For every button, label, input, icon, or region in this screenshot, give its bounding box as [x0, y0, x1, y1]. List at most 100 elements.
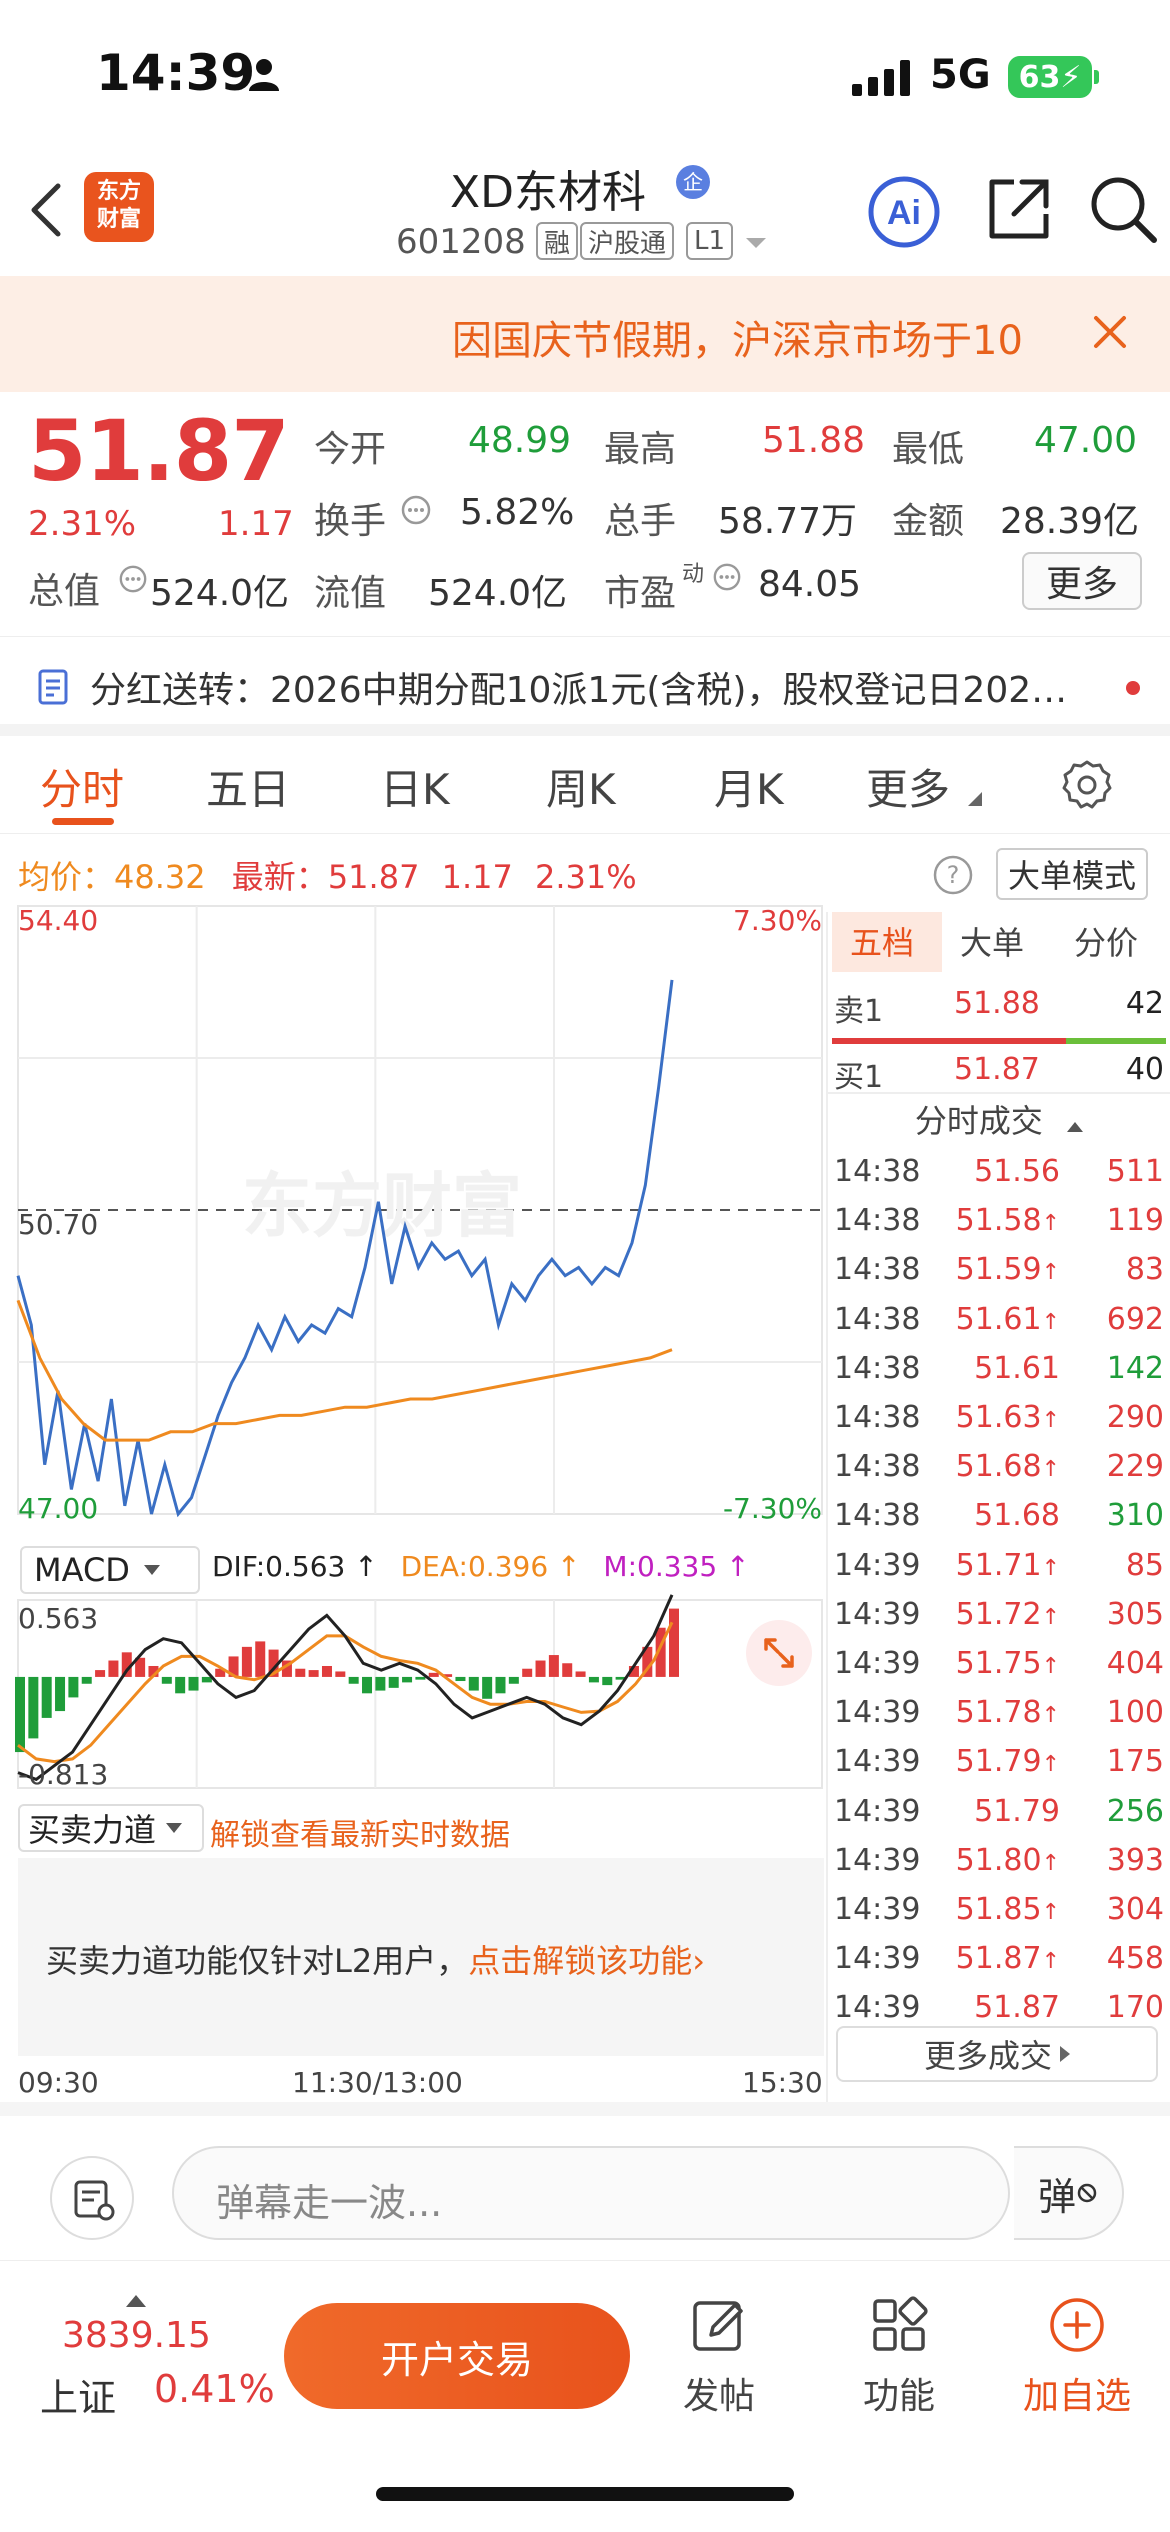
watchlist-label: 加自选 [1022, 2376, 1131, 2417]
function-button[interactable]: 功能 [834, 2295, 964, 2419]
sell-price: 51.88 [954, 986, 1040, 1021]
trade-row: 14:39 51.80↑ 393 [834, 1843, 1164, 1893]
trade-price: 51.58↑ [955, 1203, 1060, 1239]
force-indicator-select[interactable]: 买卖力道 [18, 1804, 204, 1852]
search-icon[interactable] [1088, 174, 1158, 244]
gear-icon[interactable] [1060, 758, 1114, 812]
notice-banner[interactable]: 因国庆节假期，沪深京市场于10 [0, 276, 1170, 392]
pct-label-top: 7.30% [733, 904, 822, 937]
open-account-trade-button[interactable]: 开户交易 [284, 2303, 630, 2409]
time-label-mid: 11:30/13:00 [292, 2066, 463, 2099]
force-unlock-hint[interactable]: 解锁查看最新实时数据 [210, 1810, 510, 1854]
enterprise-badge-icon: 企 [676, 165, 710, 199]
person-icon [249, 59, 279, 91]
trade-price: 51.68↑ [955, 1449, 1060, 1485]
macd-dif: DIF:0.563 [212, 1550, 346, 1583]
add-watchlist-button[interactable]: 加自选 [1012, 2295, 1142, 2419]
macd-bar [108, 1660, 119, 1677]
macd-bar [188, 1676, 199, 1691]
trade-volume: 290 [1106, 1400, 1164, 1435]
index-percent[interactable]: 0.41% [154, 2367, 275, 2411]
macd-bar [575, 1671, 586, 1677]
sell-label: 卖1 [834, 994, 884, 1029]
market-cap-info-icon[interactable] [118, 564, 148, 594]
tab-daily-k[interactable]: 日K [380, 756, 450, 817]
grid-icon [873, 2296, 928, 2351]
pe-info-icon[interactable] [712, 562, 742, 592]
macd-bar [295, 1668, 306, 1677]
trade-price: 51.87 [974, 1990, 1060, 2026]
turnover-info-icon[interactable] [400, 494, 432, 526]
tab-monthly-k[interactable]: 月K [714, 756, 784, 817]
unlock-link[interactable]: 点击解锁该功能 [468, 1942, 692, 1980]
turnover-value: 5.82% [460, 492, 575, 533]
trades-title[interactable]: 分时成交 [828, 1096, 1170, 1142]
macd-bar [548, 1655, 559, 1677]
dividend-banner[interactable]: 分红送转：2026中期分配10派1元(含税)，股权登记日202… [0, 636, 1170, 736]
trade-time: 14:38 [834, 1203, 921, 1239]
chevron-up-icon [1067, 1122, 1084, 1132]
macd-values: DIF:0.563 ↑ DEA:0.396 ↑ M:0.335 ↑ [212, 1550, 750, 1583]
index-value[interactable]: 3839.15 [62, 2315, 211, 2356]
more-trades-button[interactable]: 更多成交 [836, 2026, 1158, 2082]
trade-volume: 393 [1106, 1842, 1164, 1878]
chevron-down-icon[interactable] [744, 236, 768, 250]
macd-bar [161, 1676, 172, 1684]
danmaku-toggle-button[interactable]: 弹 [1014, 2146, 1124, 2240]
brand-logo-line2: 财富 [96, 207, 141, 232]
trade-row: 14:39 51.71↑ 85 [834, 1548, 1164, 1598]
index-name[interactable]: 上证 [40, 2367, 116, 2422]
trade-volume: 404 [1106, 1646, 1164, 1681]
trade-time: 14:39 [834, 1842, 921, 1878]
panel-tab-big-orders[interactable]: 大单 [960, 918, 1024, 964]
macd-dea-arrow: ↑ [557, 1550, 581, 1583]
ai-assistant-icon[interactable]: Ai [866, 174, 942, 250]
buy-volume: 40 [1125, 1052, 1164, 1087]
volume-label: 总手 [604, 501, 677, 542]
tag-connect: 沪股通 [580, 222, 675, 260]
high-value: 51.88 [762, 420, 866, 461]
buy-pressure-bar [1066, 1038, 1166, 1044]
macd-label-top: 0.563 [18, 1602, 98, 1635]
tab-five-day[interactable]: 五日 [206, 756, 290, 817]
macd-frame [17, 1599, 823, 1789]
back-icon[interactable] [26, 180, 66, 240]
volume-value: 58.77万 [718, 501, 858, 542]
trade-volume: 170 [1106, 1990, 1164, 2026]
macd-bar [362, 1676, 373, 1694]
macd-bar [588, 1676, 599, 1683]
comment-list-icon[interactable] [50, 2156, 134, 2240]
expand-icon[interactable] [744, 1618, 814, 1688]
panel-tab-five-levels[interactable]: 五档 [850, 918, 914, 964]
close-icon[interactable] [1090, 312, 1130, 352]
tab-indicator [52, 818, 114, 825]
trade-row: 14:38 51.63↑ 290 [834, 1400, 1164, 1450]
change-percent: 2.31% [28, 504, 137, 544]
macd-indicator-select[interactable]: MACD [20, 1546, 200, 1594]
avg-latest-row: 均价：48.32 最新：51.87 1.17 2.31% [18, 852, 637, 898]
trade-price: 51.78↑ [955, 1695, 1060, 1731]
bottom-bar: 3839.15 上证 0.41% 开户交易 发帖 功能 加自选 [0, 2260, 1170, 2532]
trade-time: 14:39 [834, 1695, 921, 1731]
big-order-mode-button[interactable]: 大单模式 [996, 848, 1148, 900]
trade-price: 51.61↑ [955, 1301, 1060, 1337]
sell-pressure-bar [832, 1038, 1066, 1044]
share-icon[interactable] [984, 174, 1054, 244]
trade-volume: 119 [1106, 1203, 1164, 1239]
status-time: 14:39 [96, 44, 256, 102]
post-button[interactable]: 发帖 [654, 2295, 784, 2419]
time-axis: 09:30 11:30/13:00 15:30 [0, 2062, 828, 2102]
svg-text:?: ? [947, 861, 960, 889]
low-label: 最低 [892, 429, 965, 470]
tab-more[interactable]: 更多 [866, 756, 950, 817]
help-icon[interactable]: ? [932, 854, 974, 896]
macd-bar [415, 1676, 426, 1680]
chart-tabs: 分时 五日 日K 周K 月K 更多 [0, 742, 1170, 834]
more-button[interactable]: 更多 [1022, 552, 1142, 610]
trade-time: 14:38 [834, 1301, 921, 1337]
tab-intraday[interactable]: 分时 [40, 756, 124, 817]
signal-icon [852, 60, 910, 96]
panel-tab-price-dist[interactable]: 分价 [1074, 918, 1138, 964]
current-price: 51.87 [28, 402, 290, 500]
tab-weekly-k[interactable]: 周K [546, 756, 616, 817]
